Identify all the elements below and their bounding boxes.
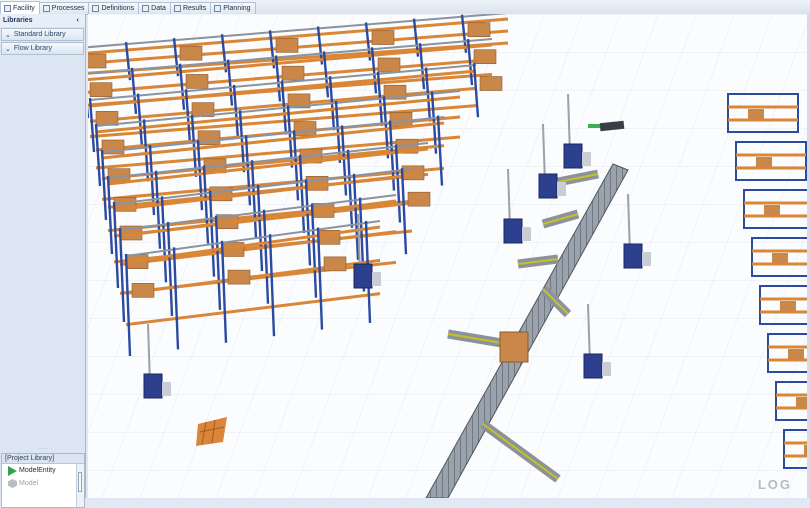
project-item-label: Model: [19, 480, 39, 487]
body: [503, 218, 523, 244]
project-item-label: ModelEntity: [19, 467, 56, 474]
project-library-title: [Project Library]: [2, 454, 84, 464]
libraries-header: Libraries ‹: [0, 14, 85, 27]
processes-tab-icon: [42, 5, 50, 12]
facility-3d-view[interactable]: LOG: [88, 14, 807, 498]
watermark-logo: LOG: [757, 477, 792, 492]
cab: [582, 152, 591, 166]
splitter-grip[interactable]: ·····: [0, 446, 86, 452]
box: [796, 397, 807, 407]
library-label: Standard Library: [13, 31, 66, 38]
box: [293, 121, 317, 136]
tab-processes[interactable]: Processes: [38, 2, 90, 14]
libraries-title: Libraries: [3, 17, 33, 24]
tab-label: Processes: [51, 5, 85, 12]
box: [788, 349, 804, 359]
cab: [372, 272, 381, 286]
tab-label: Data: [151, 5, 166, 12]
body: [538, 173, 558, 199]
results-tab-icon: [173, 5, 181, 12]
definitions-tab-icon: [92, 5, 100, 12]
box: [764, 205, 780, 215]
cab: [557, 182, 566, 196]
body: [143, 373, 163, 399]
project-item-model[interactable]: Model: [2, 477, 84, 490]
box: [389, 112, 413, 127]
box: [748, 109, 764, 119]
box: [401, 165, 425, 181]
box: [371, 30, 395, 45]
box: [227, 269, 251, 285]
box: [179, 45, 203, 61]
cab: [642, 252, 651, 266]
box: [479, 76, 503, 91]
tab-label: Facility: [13, 4, 35, 12]
tab-planning[interactable]: Planning: [210, 2, 256, 14]
library-label: Flow Library: [13, 45, 52, 52]
box: [473, 49, 497, 65]
data-tab-icon: [142, 5, 150, 12]
tab-results[interactable]: Results: [169, 2, 212, 14]
tab-facility[interactable]: Facility: [0, 1, 40, 14]
libraries-panel: Libraries ‹ ⌄ Standard Library ⌄ Flow Li…: [0, 14, 86, 508]
warehouse-3d-scene: [88, 14, 807, 498]
box: [467, 22, 491, 38]
box: [499, 331, 529, 363]
view-tab-bar: Facility Processes Definitions Data Resu…: [0, 0, 810, 15]
chevron-down-icon: ⌄: [5, 45, 11, 53]
box: [756, 157, 772, 167]
tab-label: Planning: [223, 5, 251, 12]
tab-label: Results: [182, 5, 207, 12]
box: [323, 256, 347, 272]
project-item-modelentity[interactable]: ModelEntity: [2, 464, 84, 477]
box: [275, 38, 299, 53]
box: [780, 301, 796, 311]
grey-hexagon-icon: [8, 479, 17, 488]
box: [772, 253, 788, 263]
tab-label: Definitions: [101, 5, 135, 12]
body: [623, 243, 643, 269]
flow-library-section[interactable]: ⌄ Flow Library: [1, 42, 84, 55]
chevron-down-icon: ⌄: [5, 31, 11, 39]
tab-data[interactable]: Data: [138, 2, 171, 14]
box: [185, 74, 209, 89]
box: [131, 283, 155, 298]
collapse-panel-icon[interactable]: ‹: [77, 17, 79, 24]
facility-tab-icon: [4, 4, 11, 12]
standard-library-section[interactable]: ⌄ Standard Library: [1, 28, 84, 41]
box: [89, 82, 113, 97]
box: [407, 191, 431, 207]
planning-tab-icon: [214, 5, 222, 12]
body: [563, 143, 583, 169]
cab: [602, 362, 611, 376]
box: [281, 65, 305, 81]
green-triangle-icon: [8, 465, 17, 476]
tab-definitions[interactable]: Definitions: [88, 2, 140, 14]
box: [377, 57, 401, 73]
project-library-scrollbar[interactable]: [76, 464, 84, 507]
cab: [522, 227, 531, 241]
cab: [162, 382, 171, 396]
body: [583, 353, 603, 379]
box: [88, 53, 107, 69]
body: [353, 263, 373, 289]
